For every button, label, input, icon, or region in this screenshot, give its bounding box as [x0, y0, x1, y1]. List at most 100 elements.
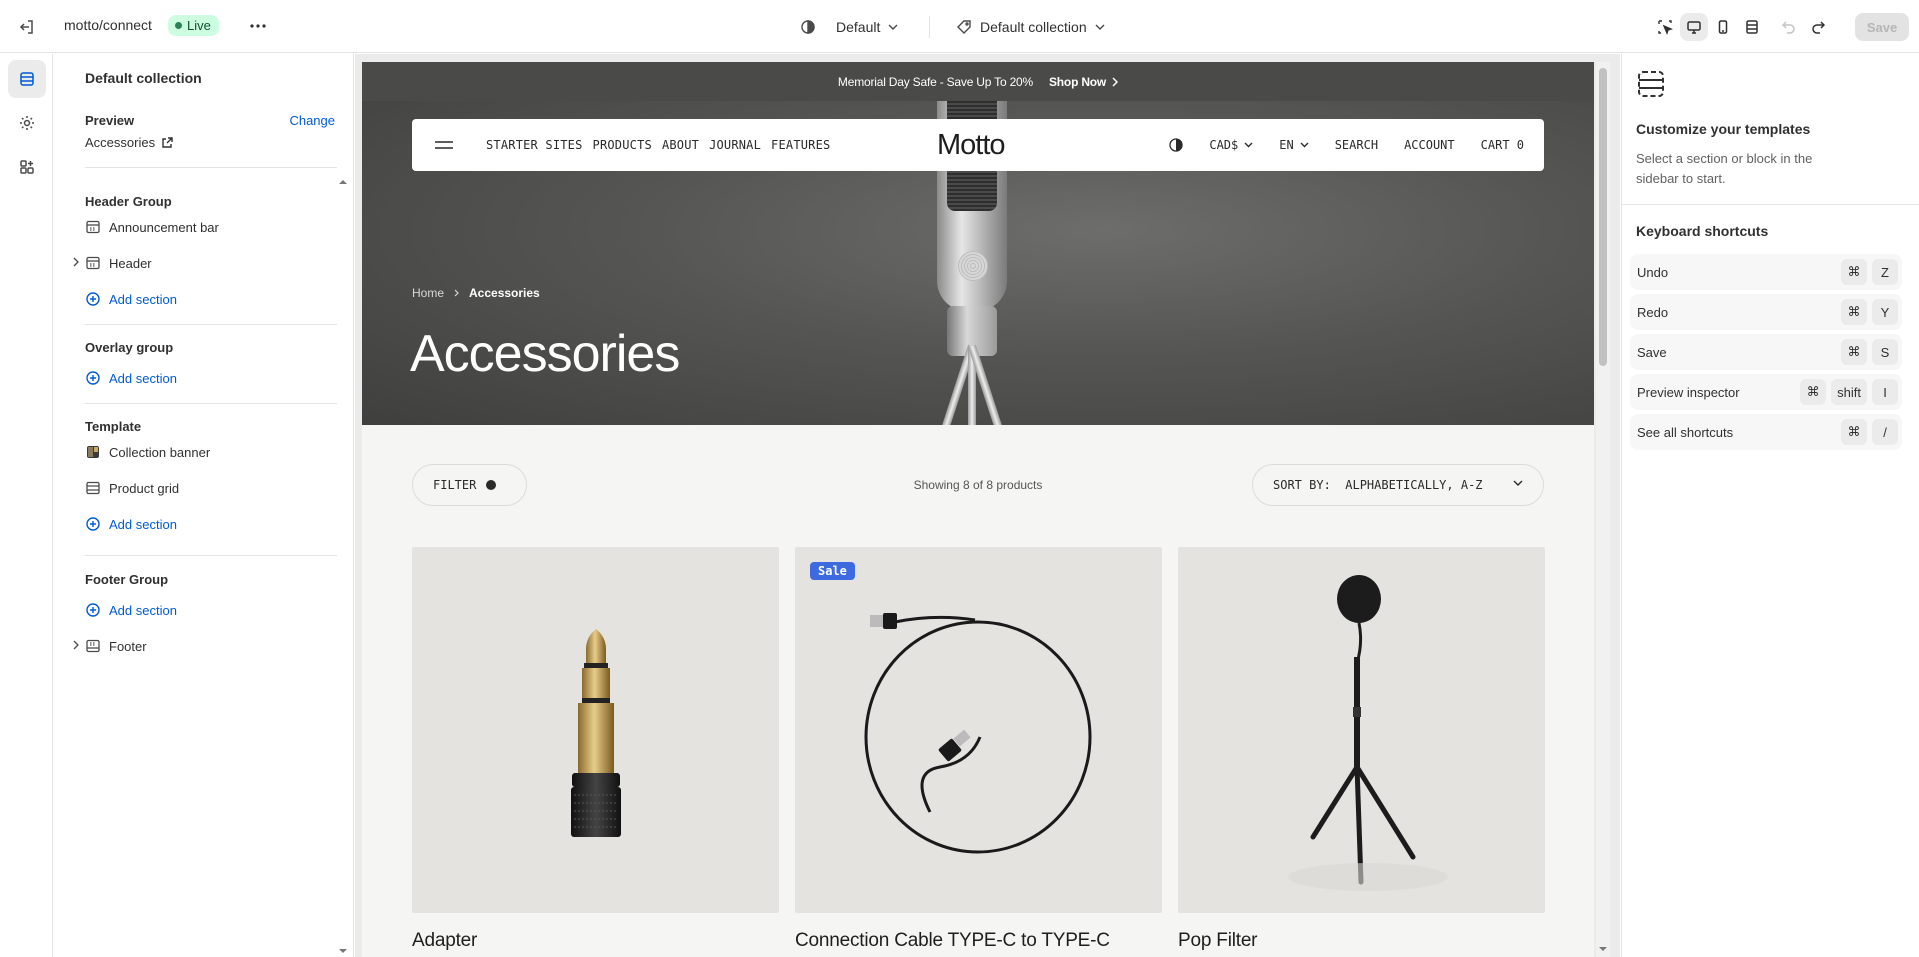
- shortcut-row-see-all[interactable]: See all shortcuts ⌘ /: [1630, 414, 1902, 450]
- product-image[interactable]: Sale: [795, 547, 1162, 913]
- command-key-icon: ⌘: [1841, 299, 1867, 325]
- search-link[interactable]: SEARCH: [1335, 138, 1378, 152]
- theme-selector[interactable]: Default: [800, 14, 898, 40]
- preview-scrollbar[interactable]: [1596, 62, 1610, 957]
- section-announcement-bar[interactable]: Announcement bar: [85, 215, 219, 239]
- product-card[interactable]: Pop Filter: [1178, 547, 1545, 951]
- redo-button[interactable]: [1804, 13, 1832, 41]
- add-section-template[interactable]: Add section: [85, 512, 177, 536]
- undo-button[interactable]: [1775, 13, 1803, 41]
- product-card[interactable]: Adapter: [412, 547, 779, 951]
- chevron-right-icon[interactable]: [73, 257, 79, 267]
- currency-label: CAD$: [1209, 138, 1239, 152]
- shortcut-label: Preview inspector: [1637, 384, 1740, 400]
- scroll-up-arrow-icon[interactable]: [339, 178, 347, 186]
- full-width-view-button[interactable]: [1738, 13, 1766, 41]
- add-section-overlay-group[interactable]: Add section: [85, 366, 177, 390]
- shortcut-keys: ⌘ S: [1841, 339, 1898, 365]
- language-selector[interactable]: EN: [1279, 138, 1309, 152]
- hamburger-menu-icon[interactable]: [434, 138, 454, 152]
- shortcut-key: shift: [1831, 379, 1867, 405]
- store-header: STARTER SITES PRODUCTS ABOUT JOURNAL FEA…: [412, 119, 1544, 171]
- inspector-divider: [1622, 204, 1919, 205]
- shortcut-row-redo: Redo ⌘ Y: [1630, 294, 1902, 330]
- command-key-icon: ⌘: [1800, 379, 1827, 405]
- account-link[interactable]: ACCOUNT: [1404, 138, 1455, 152]
- command-key-icon: ⌘: [1841, 339, 1867, 365]
- chevron-right-icon[interactable]: [73, 640, 79, 650]
- product-title[interactable]: Adapter: [412, 930, 477, 952]
- sections-nav-button[interactable]: [8, 60, 46, 98]
- product-image[interactable]: [1178, 547, 1545, 913]
- top-bar: motto/connect Live Default Default colle…: [0, 0, 1919, 53]
- collection-title: Accessories: [410, 325, 680, 383]
- inspector-panel: Customize your templates Select a sectio…: [1621, 54, 1919, 957]
- add-section-footer-group[interactable]: Add section: [85, 598, 177, 622]
- exit-button[interactable]: [14, 14, 40, 40]
- more-actions-button[interactable]: [245, 13, 271, 39]
- nav-link-about[interactable]: ABOUT: [662, 138, 699, 152]
- section-product-grid[interactable]: Product grid: [85, 476, 179, 500]
- nav-link-features[interactable]: FEATURES: [771, 138, 830, 152]
- sale-badge: Sale: [810, 562, 855, 580]
- top-bar-right: Save: [1639, 0, 1919, 53]
- group-title-header: Header Group: [85, 194, 172, 209]
- template-label: Default collection: [980, 19, 1087, 35]
- section-label: Product grid: [109, 480, 180, 496]
- mobile-view-button[interactable]: [1709, 13, 1737, 41]
- change-preview-link[interactable]: Change: [289, 113, 335, 128]
- storefront-preview[interactable]: Memorial Day Safe - Save Up To 20% Shop …: [362, 62, 1594, 957]
- announcement-bar[interactable]: Memorial Day Safe - Save Up To 20% Shop …: [362, 62, 1594, 101]
- keyboard-shortcuts-title: Keyboard shortcuts: [1636, 223, 1769, 239]
- announcement-cta[interactable]: Shop Now: [1049, 75, 1119, 89]
- scroll-down-arrow-icon[interactable]: [1599, 945, 1607, 953]
- currency-selector[interactable]: CAD$: [1209, 138, 1253, 152]
- product-image[interactable]: [412, 547, 779, 913]
- undo-icon: [1782, 21, 1795, 34]
- sidebar-divider: [85, 167, 337, 168]
- product-card[interactable]: Sale Connection Cable TYPE-C to TYPE-C: [795, 547, 1162, 951]
- plus-circle-icon: [86, 603, 100, 617]
- chevron-down-icon: [1300, 142, 1309, 148]
- theme-settings-nav-button[interactable]: [8, 104, 46, 142]
- redo-icon: [1812, 21, 1825, 34]
- shortcut-key: S: [1872, 339, 1898, 365]
- save-button[interactable]: Save: [1855, 13, 1909, 41]
- status-badge-label: Live: [187, 18, 211, 33]
- sidebar-divider: [85, 555, 337, 556]
- inspector-button[interactable]: [1651, 13, 1679, 41]
- chevron-down-icon: [1244, 142, 1253, 148]
- preview-canvas: Memorial Day Safe - Save Up To 20% Shop …: [355, 54, 1620, 957]
- sort-dropdown[interactable]: SORT BY: ALPHABETICALLY, A-Z: [1252, 464, 1544, 506]
- nav-link-journal[interactable]: JOURNAL: [709, 138, 761, 152]
- template-selector[interactable]: Default collection: [956, 14, 1105, 40]
- audio-adapter-image: [571, 629, 621, 837]
- section-header[interactable]: Header: [73, 251, 152, 275]
- section-label: Footer: [109, 638, 147, 654]
- scroll-down-arrow-icon[interactable]: [339, 947, 347, 955]
- preview-label: Preview: [85, 113, 135, 128]
- store-logo[interactable]: Motto: [937, 129, 1006, 162]
- add-section-label: Add section: [109, 370, 177, 386]
- cart-link[interactable]: CART 0: [1481, 138, 1524, 152]
- apps-nav-button[interactable]: [8, 148, 46, 186]
- chevron-right-icon: [454, 289, 459, 297]
- section-layout-icon: [86, 220, 100, 234]
- section-footer[interactable]: Footer: [73, 634, 147, 658]
- breadcrumb-home[interactable]: Home: [412, 286, 444, 300]
- nav-link-starter-sites[interactable]: STARTER SITES: [486, 138, 583, 152]
- desktop-view-button[interactable]: [1680, 13, 1708, 41]
- group-title-footer: Footer Group: [85, 572, 169, 587]
- apps-icon: [20, 160, 34, 174]
- nav-link-products[interactable]: PRODUCTS: [593, 138, 652, 152]
- theme-label: Default: [836, 19, 881, 35]
- add-section-header-group[interactable]: Add section: [85, 287, 177, 311]
- preview-resource-link[interactable]: Accessories: [85, 135, 173, 150]
- color-scheme-toggle-icon[interactable]: [1169, 138, 1183, 152]
- product-title[interactable]: Pop Filter: [1178, 930, 1258, 952]
- sections-icon: [1638, 71, 1664, 97]
- preview-scrollbar-thumb[interactable]: [1599, 68, 1607, 366]
- sidebar-divider: [85, 403, 337, 404]
- section-collection-banner[interactable]: Collection banner: [85, 440, 210, 464]
- product-title[interactable]: Connection Cable TYPE-C to TYPE-C: [795, 930, 1110, 952]
